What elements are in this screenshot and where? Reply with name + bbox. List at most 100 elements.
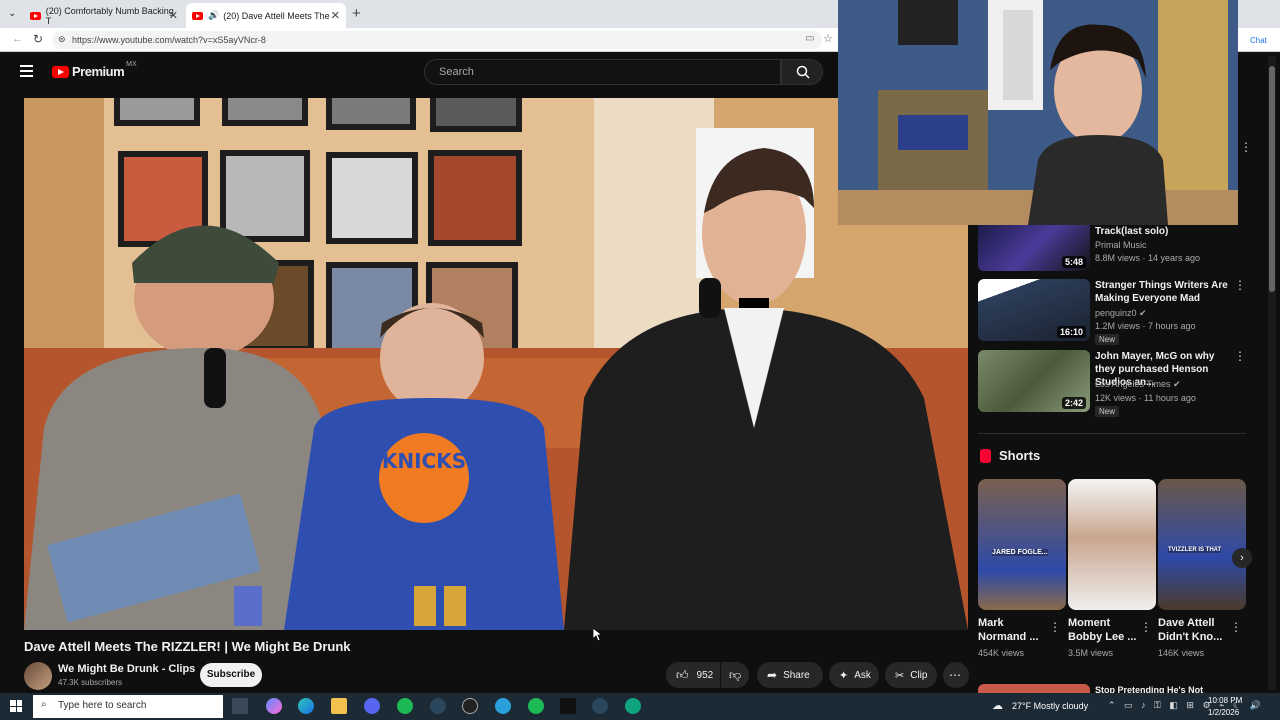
new-badge: New	[1095, 334, 1120, 345]
video-meta: 12K views · 11 hours ago	[1095, 393, 1196, 403]
clock-time[interactable]: 10:08 PM	[1208, 696, 1242, 705]
channel-name[interactable]: We Might Be Drunk - Clips	[58, 663, 195, 675]
discord-icon[interactable]	[364, 698, 380, 714]
more-options-icon[interactable]: ⋮	[1234, 279, 1246, 291]
spotify-icon[interactable]	[397, 698, 413, 714]
new-tab-button[interactable]: +	[352, 5, 361, 22]
short-thumbnail[interactable]: JARED FOGLE...	[978, 479, 1066, 610]
clip-label: Clip	[910, 669, 928, 681]
subscribe-button[interactable]: Subscribe	[200, 663, 262, 687]
short-title[interactable]: Moment Bobby Lee ...	[1068, 616, 1144, 644]
chat-label[interactable]: Chat	[1250, 36, 1267, 45]
video-title[interactable]: Track(last solo)	[1095, 225, 1230, 238]
terminal-icon[interactable]	[560, 698, 576, 714]
page-scrollbar[interactable]	[1268, 56, 1276, 690]
obs-icon[interactable]	[462, 698, 478, 714]
shorts-heading: Shorts	[999, 448, 1041, 463]
subscriber-count: 47.3K subscribers	[58, 678, 123, 687]
dislike-button[interactable]: 👎︎	[721, 662, 749, 688]
windows-start-icon[interactable]	[10, 700, 22, 712]
tab-comfortably-numb[interactable]: (20) Comfortably Numb Backing T ✕	[24, 3, 184, 28]
channel-name[interactable]: Primal Music	[1095, 240, 1147, 250]
clock-date[interactable]: 1/2/2026	[1208, 708, 1239, 717]
tab-dave-attell[interactable]: 🔊 (20) Dave Attell Meets The RIZZ ✕	[186, 3, 346, 28]
like-icon: 👍︎	[676, 667, 689, 682]
video-player[interactable]: KNICKS	[24, 98, 968, 630]
search-button[interactable]	[781, 59, 823, 85]
video-meta: 8.8M views · 14 years ago	[1095, 253, 1201, 263]
youtube-favicon-icon	[30, 11, 41, 20]
more-options-icon[interactable]: ⋮	[1230, 620, 1242, 634]
reader-icon[interactable]: ▭	[805, 33, 814, 44]
short-title[interactable]: Mark Normand ...	[978, 616, 1054, 644]
close-tab-icon[interactable]: ✕	[169, 9, 178, 22]
short-title[interactable]: Dave Attell Didn't Kno...	[1158, 616, 1234, 644]
video-frame-image: KNICKS	[24, 98, 968, 630]
steam-icon[interactable]	[592, 698, 608, 714]
search-input[interactable]: Search	[424, 59, 781, 85]
back-icon[interactable]: ←	[12, 33, 23, 45]
region-code: MX	[126, 61, 137, 68]
weather-text[interactable]: 27°F Mostly cloudy	[1012, 701, 1088, 711]
verified-icon: ✔	[1173, 379, 1181, 389]
dislike-icon: 👎︎	[729, 667, 742, 682]
short-thumbnail[interactable]: TVIZZLER IS THAT	[1158, 479, 1246, 610]
channel-label: Los Angeles Times	[1095, 379, 1171, 389]
video-thumbnail[interactable]: 16:10	[978, 279, 1090, 341]
webcam-image	[838, 0, 1238, 225]
file-explorer-icon[interactable]	[331, 698, 347, 714]
close-tab-icon[interactable]: ✕	[331, 9, 340, 22]
copilot-icon[interactable]	[266, 698, 282, 714]
more-options-icon[interactable]: ⋮	[1234, 350, 1246, 362]
new-badge: New	[1095, 406, 1120, 417]
svg-text:KNICKS: KNICKS	[382, 449, 466, 473]
shorts-header: Shorts	[980, 448, 1040, 463]
tab-list-chevron-icon[interactable]: ⌄	[8, 8, 16, 19]
tab-label: (20) Comfortably Numb Backing T	[45, 5, 174, 26]
reload-icon[interactable]: ↻	[33, 32, 43, 46]
video-thumbnail[interactable]: 2:42	[978, 350, 1090, 412]
steam-icon[interactable]	[430, 698, 446, 714]
bookmark-star-icon[interactable]: ☆	[823, 32, 833, 45]
video-title[interactable]: Stranger Things Writers Are Making Every…	[1095, 279, 1230, 305]
shorts-next-button[interactable]: ›	[1232, 548, 1252, 568]
telegram-icon[interactable]	[495, 698, 511, 714]
youtube-logo[interactable]: Premium MX	[52, 61, 137, 79]
edge-icon[interactable]	[298, 698, 314, 714]
share-button[interactable]: ➦ Share	[757, 662, 823, 688]
channel-name[interactable]: penguinz0 ✔	[1095, 308, 1147, 319]
video-meta: 1.2M views · 7 hours ago	[1095, 321, 1196, 331]
ask-button[interactable]: ✦ Ask	[829, 662, 879, 688]
shorts-icon	[980, 448, 991, 463]
weather-icon[interactable]: ☁	[992, 699, 1003, 712]
speaker-icon[interactable]: 🔊	[208, 10, 219, 21]
like-button[interactable]: 👍︎ 952	[666, 662, 720, 688]
video-title: Dave Attell Meets The RIZZLER! | We Migh…	[24, 639, 351, 654]
duration: 2:42	[1061, 397, 1086, 409]
video-thumbnail[interactable]: 5:48	[978, 225, 1090, 271]
spotify-icon[interactable]	[528, 698, 544, 714]
list-item[interactable]: 2:42 John Mayer, McG on why they purchas…	[978, 350, 1248, 417]
share-label: Share	[783, 669, 810, 681]
like-count: 952	[696, 669, 714, 681]
task-view-icon[interactable]	[232, 698, 248, 714]
site-info-icon[interactable]: ⊜	[58, 34, 66, 45]
channel-name[interactable]: Los Angeles Times ✔	[1095, 379, 1181, 390]
sparkle-icon: ✦	[839, 669, 849, 682]
more-options-icon[interactable]: ⋮	[1049, 620, 1061, 634]
clip-button[interactable]: ✂ Clip	[885, 662, 937, 688]
taskbar-search-input[interactable]: ⌕ Type here to search	[33, 695, 223, 718]
menu-icon[interactable]	[20, 65, 33, 77]
next-video-title[interactable]: Stop Pretending He's Not	[1095, 685, 1203, 693]
scrollbar-thumb[interactable]	[1269, 66, 1275, 292]
next-video-thumbnail[interactable]	[978, 684, 1090, 693]
sidebar-kebab-icon[interactable]: ⋮	[1240, 140, 1252, 154]
chatgpt-icon[interactable]	[625, 698, 641, 714]
more-horizontal-icon: ⋯	[949, 668, 961, 682]
more-options-icon[interactable]: ⋮	[1140, 620, 1152, 634]
list-item[interactable]: 16:10 Stranger Things Writers Are Making…	[978, 279, 1248, 345]
short-thumbnail[interactable]	[1068, 479, 1156, 610]
avatar[interactable]	[24, 662, 52, 690]
more-actions-button[interactable]: ⋯	[943, 662, 969, 688]
url-field[interactable]: ⊜ https://www.youtube.com/watch?v=xS5ayV…	[52, 31, 822, 49]
